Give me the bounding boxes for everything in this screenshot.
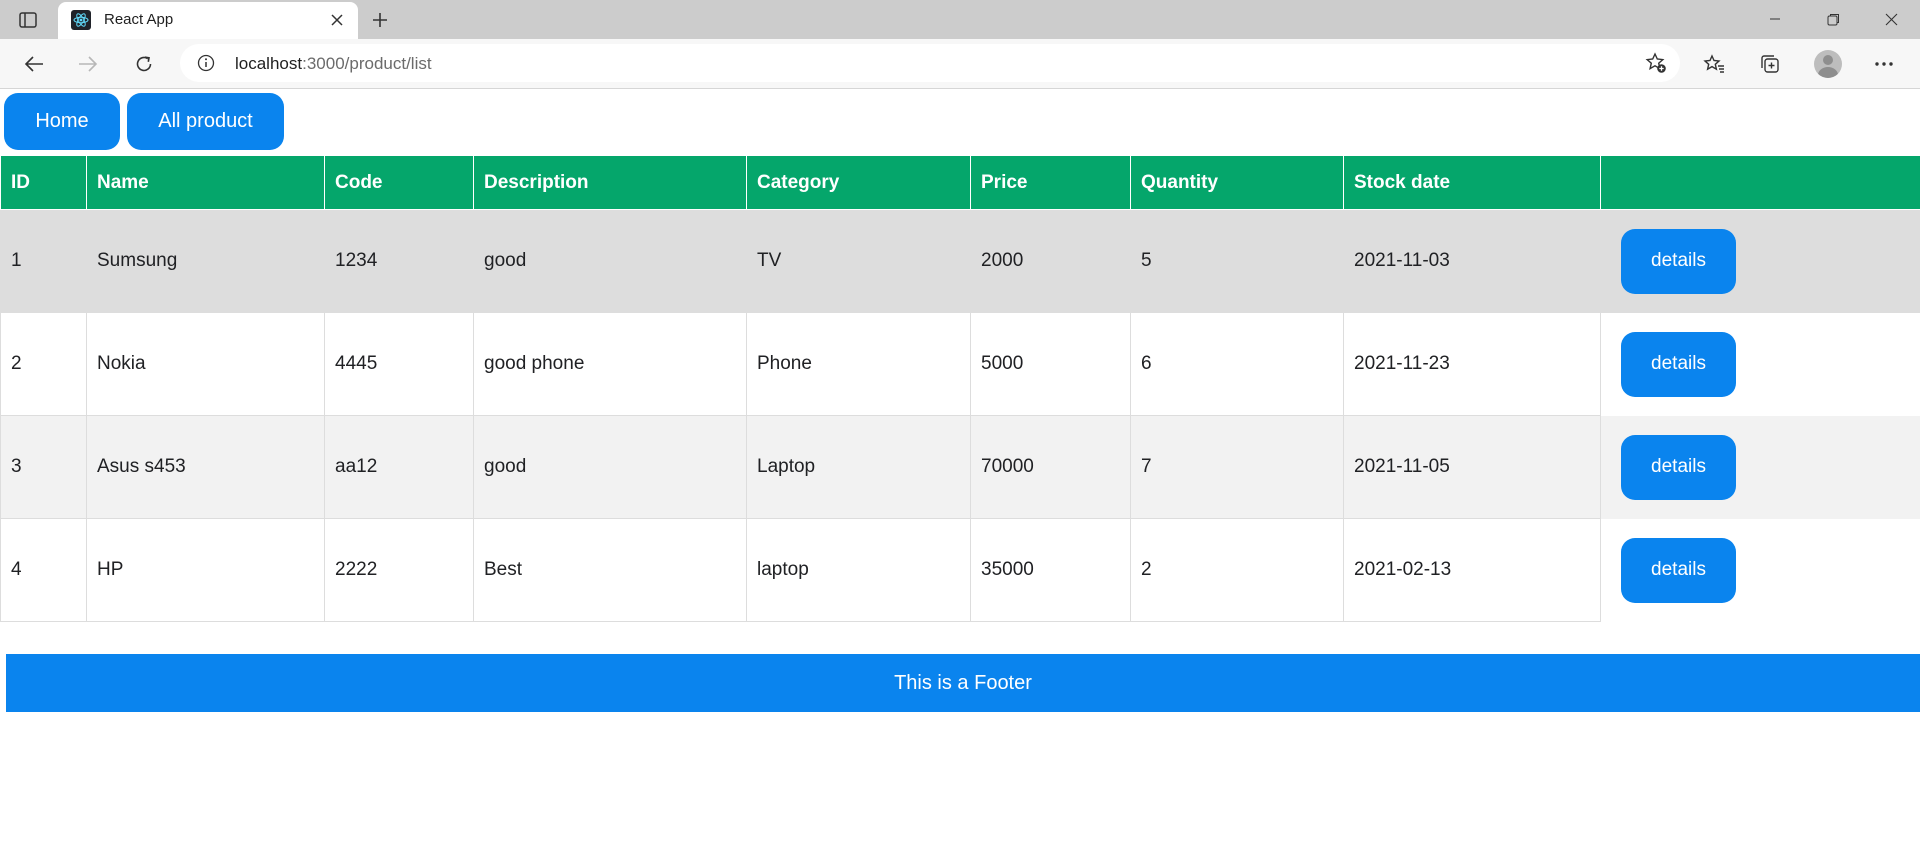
window-close-icon xyxy=(1885,13,1897,25)
details-button[interactable]: details xyxy=(1621,434,1736,500)
cell-category: Phone xyxy=(746,312,971,416)
browser-toolbar: localhost:3000/product/list xyxy=(0,39,1920,89)
forward-arrow-icon xyxy=(72,48,104,80)
refresh-icon[interactable] xyxy=(128,48,160,80)
cell-code: 4445 xyxy=(324,312,474,416)
column-header-stock-date: Stock date xyxy=(1343,156,1601,210)
cell-code: 1234 xyxy=(324,209,474,313)
cell-price: 35000 xyxy=(970,518,1131,622)
column-header-price: Price xyxy=(970,156,1131,210)
restore-button[interactable] xyxy=(1810,4,1856,34)
cell-actions: details xyxy=(1600,209,1920,313)
column-header-quantity: Quantity xyxy=(1130,156,1344,210)
window-close-button[interactable] xyxy=(1868,4,1914,34)
details-button[interactable]: details xyxy=(1621,228,1736,294)
cell-code: 2222 xyxy=(324,518,474,622)
cell-quantity: 7 xyxy=(1130,415,1344,519)
details-button[interactable]: details xyxy=(1621,537,1736,603)
more-icon[interactable] xyxy=(1868,48,1900,80)
cell-price: 70000 xyxy=(970,415,1131,519)
cell-description: Best xyxy=(473,518,747,622)
active-tab[interactable]: React App xyxy=(58,2,358,39)
tab-title: React App xyxy=(104,11,174,28)
cell-id: 1 xyxy=(0,209,87,313)
cell-description: good xyxy=(473,209,747,313)
star-add-icon[interactable] xyxy=(1644,51,1668,75)
cell-id: 4 xyxy=(0,518,87,622)
cell-quantity: 2 xyxy=(1130,518,1344,622)
column-header-name: Name xyxy=(86,156,325,210)
cell-id: 3 xyxy=(0,415,87,519)
table-row: 2 Nokia 4445 good phone Phone 5000 6 202… xyxy=(0,312,1920,416)
column-header-code: Code xyxy=(324,156,474,210)
info-icon[interactable] xyxy=(196,53,216,73)
url-text[interactable]: localhost:3000/product/list xyxy=(235,54,432,74)
cell-stock-date: 2021-02-13 xyxy=(1343,518,1601,622)
table-row: 4 HP 2222 Best laptop 35000 2 2021-02-13… xyxy=(0,518,1920,622)
minimize-button[interactable] xyxy=(1752,4,1798,34)
cell-quantity: 5 xyxy=(1130,209,1344,313)
cell-price: 5000 xyxy=(970,312,1131,416)
url-host: localhost xyxy=(235,54,303,73)
address-bar[interactable]: localhost:3000/product/list xyxy=(180,44,1680,82)
cell-name: Nokia xyxy=(86,312,325,416)
table-header-row: ID Name Code Description Category Price … xyxy=(0,156,1920,210)
plus-icon xyxy=(373,13,387,27)
cell-category: Laptop xyxy=(746,415,971,519)
close-icon[interactable] xyxy=(326,9,348,31)
tab-actions-icon[interactable] xyxy=(14,8,42,32)
all-product-button[interactable]: All product xyxy=(127,93,284,150)
cell-name: Asus s453 xyxy=(86,415,325,519)
react-logo-icon xyxy=(71,10,91,30)
cell-category: TV xyxy=(746,209,971,313)
browser-tab-bar: React App xyxy=(0,0,1920,39)
restore-icon xyxy=(1827,13,1839,25)
column-header-description: Description xyxy=(473,156,747,210)
minimize-icon xyxy=(1770,18,1780,20)
profile-avatar-icon[interactable] xyxy=(1812,48,1844,80)
favorites-icon[interactable] xyxy=(1698,48,1730,80)
cell-quantity: 6 xyxy=(1130,312,1344,416)
cell-description: good xyxy=(473,415,747,519)
column-header-category: Category xyxy=(746,156,971,210)
avatar xyxy=(1814,50,1842,78)
new-tab-button[interactable] xyxy=(366,6,394,34)
table-row: 1 Sumsung 1234 good TV 2000 5 2021-11-03… xyxy=(0,209,1920,313)
details-button[interactable]: details xyxy=(1621,331,1736,397)
product-table: ID Name Code Description Category Price … xyxy=(0,156,1920,622)
table-row: 3 Asus s453 aa12 good Laptop 70000 7 202… xyxy=(0,415,1920,519)
cell-name: Sumsung xyxy=(86,209,325,313)
cell-code: aa12 xyxy=(324,415,474,519)
cell-stock-date: 2021-11-05 xyxy=(1343,415,1601,519)
cell-id: 2 xyxy=(0,312,87,416)
home-button[interactable]: Home xyxy=(4,93,120,150)
cell-name: HP xyxy=(86,518,325,622)
column-header-actions xyxy=(1600,156,1920,210)
cell-category: laptop xyxy=(746,518,971,622)
cell-actions: details xyxy=(1600,312,1920,416)
cell-price: 2000 xyxy=(970,209,1131,313)
back-arrow-icon[interactable] xyxy=(18,48,50,80)
cell-description: good phone xyxy=(473,312,747,416)
url-path: :3000/product/list xyxy=(302,54,432,73)
column-header-id: ID xyxy=(0,156,87,210)
collections-icon[interactable] xyxy=(1754,48,1786,80)
cell-actions: details xyxy=(1600,415,1920,519)
cell-stock-date: 2021-11-23 xyxy=(1343,312,1601,416)
cell-actions: details xyxy=(1600,518,1920,622)
cell-stock-date: 2021-11-03 xyxy=(1343,209,1601,313)
page-footer: This is a Footer xyxy=(6,654,1920,712)
